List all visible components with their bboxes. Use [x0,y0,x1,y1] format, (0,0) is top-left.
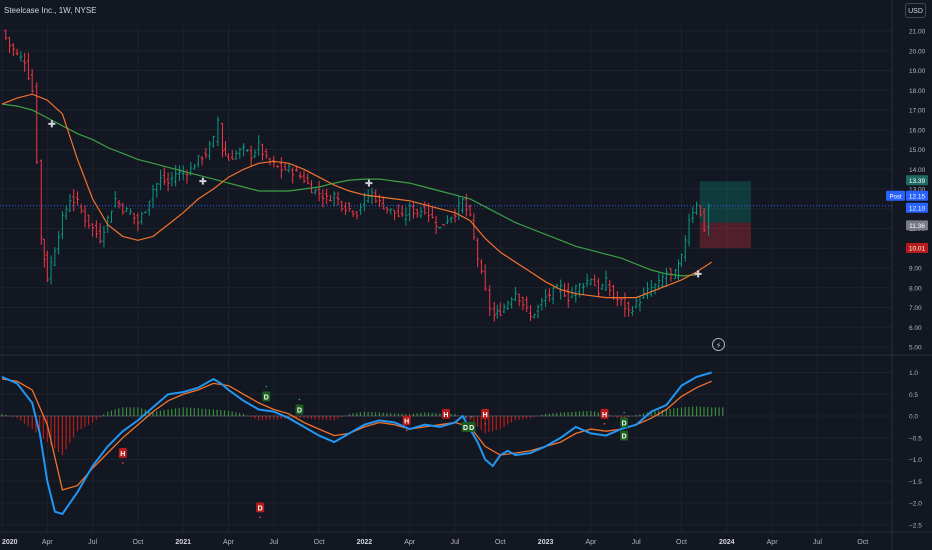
price-label-text: 11.36 [909,223,925,230]
x-tick-label: Jul [813,539,822,546]
signal-dot [122,462,124,464]
price-tick-label: 18.00 [909,88,926,95]
signal-marker-label: H [443,412,448,419]
signal-dot [265,385,268,388]
x-tick-label: 2021 [175,539,191,546]
x-tick-label: Apr [585,539,597,546]
x-tick-label: 2023 [538,539,554,546]
osc-tick-label: −2.5 [909,522,922,529]
signal-dot [623,411,625,414]
signal-marker-label: H [602,412,607,419]
price-tick-label: 7.00 [909,305,922,312]
symbol-title[interactable]: Steelcase Inc., 1W, NYSE [4,6,96,15]
x-tick-label: 2024 [719,539,735,546]
x-tick-label: Apr [42,539,54,546]
position-target-zone[interactable] [699,181,751,223]
price-tick-label: 8.00 [909,285,922,292]
price-tick-label: 6.00 [909,325,922,332]
osc-tick-label: −1.5 [909,479,922,486]
x-tick-label: Jul [632,539,641,546]
price-tick-label: 20.00 [909,48,926,55]
x-tick-label: 2020 [2,539,18,546]
signal-dot [623,424,625,427]
osc-tick-label: 0.5 [909,392,918,399]
price-label-text: 10.01 [909,246,926,253]
x-tick-label: Oct [495,539,506,546]
price-label-text: 13.39 [909,178,926,185]
x-tick-label: Jul [451,539,460,546]
x-tick-label: Apr [223,539,235,546]
signal-marker-label: D [258,505,263,512]
post-market-badge-text: Post [889,194,901,200]
signal-dot [445,423,447,425]
signal-dot [464,416,467,418]
price-tick-label: 15.00 [909,147,926,154]
x-tick-label: Oct [314,539,325,546]
osc-tick-label: 0.0 [909,414,918,421]
background [0,0,932,550]
signal-marker-label: D [622,421,627,428]
price-label-text: 12.15 [909,193,926,200]
price-tick-label: 5.00 [909,345,922,352]
currency-button[interactable]: USD [905,3,926,18]
x-tick-label: Oct [132,539,143,546]
osc-tick-label: −2.0 [909,501,922,508]
x-tick-label: Apr [404,539,416,546]
signal-dot [603,423,606,425]
price-tick-label: 21.00 [909,29,926,36]
signal-dot [484,423,487,425]
signal-dot [298,398,301,401]
osc-tick-label: 1.0 [909,370,918,377]
signal-marker-label: H [404,418,409,425]
price-tick-label: 17.00 [909,108,926,115]
x-tick-label: Apr [767,539,779,546]
chart-stage: 2020 Apr Jul Oct 2021 Apr Jul Oct 2022 Apr Jul Oct 2… [0,0,932,550]
signal-marker-label: H [483,412,488,419]
signal-marker-label: H [120,451,125,458]
chart-canvas[interactable]: 2020 Apr Jul Oct 2021 Apr Jul Oct 2022 Apr Jul Oct 2… [0,0,932,550]
signal-marker-label: D [622,434,627,441]
osc-tick-label: −0.5 [909,435,922,442]
lightning-icon[interactable]: ⚡︎ [712,338,725,351]
price-tick-label: 9.00 [909,266,922,273]
x-tick-label: Jul [269,539,278,546]
price-tick-label: 14.00 [909,167,926,174]
x-tick-label: Oct [857,539,868,546]
x-tick-label: Jul [88,539,97,546]
osc-tick-label: −1.0 [909,457,922,464]
signal-dot [259,516,262,519]
x-tick-label: 2022 [357,539,373,546]
signal-marker-label: D [469,425,474,432]
signal-marker-label: D [463,425,468,432]
signal-dot [470,416,473,418]
price-tick-label: 19.00 [909,68,926,75]
signal-dot [405,429,408,432]
price-tick-label: 16.00 [909,127,926,134]
signal-marker-label: D [264,394,269,401]
x-tick-label: Oct [676,539,687,546]
price-label-text: 12.10 [909,205,926,212]
signal-marker-label: D [297,407,302,414]
